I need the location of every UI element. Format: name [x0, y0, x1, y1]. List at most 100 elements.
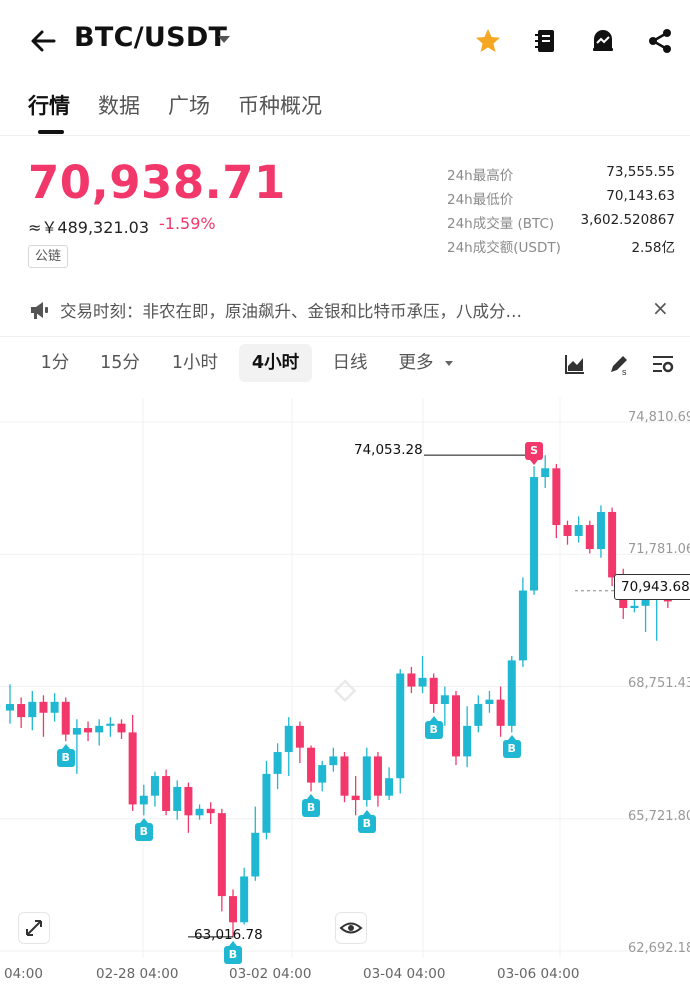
candle-body	[362, 756, 371, 801]
candle-body	[596, 511, 605, 550]
interval-bar: 1分 15分 1小时 4小时 日线 更多 s	[0, 344, 690, 384]
divider	[0, 336, 690, 337]
buy-signal-marker[interactable]: B	[357, 809, 376, 833]
candle-body	[396, 673, 405, 779]
interval-1h[interactable]: 1小时	[163, 344, 227, 382]
candle-body	[630, 605, 639, 608]
buy-signal-marker[interactable]: B	[424, 715, 443, 739]
tab-data[interactable]: 数据	[98, 90, 140, 120]
candle-body	[251, 832, 260, 877]
candle-body	[318, 765, 327, 783]
candle-body	[307, 747, 316, 783]
pair-title[interactable]: BTC/USDT	[74, 22, 227, 53]
candle-body	[541, 468, 550, 478]
expand-icon	[26, 920, 42, 936]
interval-more[interactable]: 更多	[393, 344, 439, 382]
candle-body	[474, 704, 483, 726]
price-change-percent: -1.59%	[159, 214, 216, 233]
candle-body	[95, 725, 104, 733]
tab-square[interactable]: 广场	[168, 90, 210, 120]
candlestick-chart[interactable]: ◇ 74,810.69 71,781.06 68,751.43 65,721.8…	[0, 398, 690, 1000]
last-price: 70,938.71	[28, 156, 286, 209]
stat-low: 24h最低价 70,143.63	[447, 188, 675, 212]
candle-body	[351, 795, 360, 801]
candle-body	[496, 699, 505, 726]
news-text[interactable]: 交易时刻：非农在即，原油飙升、金银和比特币承压，八成分…	[60, 298, 522, 322]
buy-signal-marker[interactable]: B	[302, 794, 321, 818]
x-axis-label: 03-06 04:00	[497, 966, 580, 982]
candle-body	[295, 725, 304, 748]
candle-body	[240, 876, 249, 923]
candle-body	[385, 778, 394, 796]
settings-icon[interactable]	[651, 352, 675, 376]
alert-icon[interactable]	[588, 26, 618, 56]
stat-value: 3,602.520867	[580, 212, 675, 228]
candle-body	[262, 773, 271, 833]
candle-body	[195, 808, 204, 816]
buy-signal-marker[interactable]: B	[502, 735, 521, 759]
candle-body	[429, 677, 438, 705]
y-axis-label: 68,751.43	[628, 676, 690, 691]
notebook-icon[interactable]	[531, 26, 561, 56]
interval-4h[interactable]: 4小时	[239, 344, 312, 382]
watermark-logo: ◇	[333, 673, 357, 704]
candle-body	[28, 701, 37, 718]
fullscreen-button[interactable]	[18, 912, 50, 944]
stat-high: 24h最高价 73,555.55	[447, 164, 675, 188]
candle-body	[17, 704, 26, 718]
x-axis-label: 03-04 04:00	[363, 966, 446, 982]
candle-body	[418, 677, 427, 687]
tab-bar: 行情 数据 广场 币种概况	[0, 82, 690, 136]
chain-badge[interactable]: 公链	[28, 245, 69, 268]
candle-body	[530, 477, 539, 591]
candle-body	[585, 525, 594, 550]
candle-body	[340, 756, 349, 796]
back-arrow-icon[interactable]	[28, 26, 58, 56]
close-icon[interactable]: ×	[652, 296, 669, 320]
share-icon[interactable]	[645, 26, 675, 56]
candle-body	[440, 695, 449, 705]
sell-signal-marker[interactable]: S	[525, 442, 544, 466]
indicator-icon[interactable]	[563, 352, 587, 376]
interval-15m[interactable]: 15分	[92, 344, 148, 382]
buy-signal-marker[interactable]: B	[56, 744, 75, 768]
y-axis-label: 65,721.80	[628, 809, 690, 824]
news-banner[interactable]: 交易时刻：非农在即，原油飙升、金银和比特币承压，八成分… ×	[0, 286, 690, 334]
candle-body	[518, 590, 527, 661]
visibility-button[interactable]	[335, 912, 367, 944]
stat-label: 24h最低价	[447, 192, 514, 208]
candlestick-chart-svg[interactable]: ◇	[0, 398, 690, 1000]
candle-body	[641, 599, 650, 606]
more-caret-icon[interactable]	[445, 361, 453, 366]
stat-value: 73,555.55	[606, 164, 675, 180]
candle-body	[273, 752, 282, 774]
candle-body	[507, 660, 516, 726]
candle-body	[128, 732, 137, 805]
candle-body	[206, 808, 215, 814]
interval-1d[interactable]: 日线	[325, 344, 375, 382]
cny-price: ≈￥489,321.03	[28, 218, 150, 237]
candle-body	[162, 776, 171, 811]
stat-value: 2.58亿	[631, 240, 675, 256]
candle-body	[563, 525, 572, 536]
high-annotation: 74,053.28	[354, 442, 423, 458]
tab-coin-overview[interactable]: 币种概况	[238, 90, 322, 120]
svg-text:s: s	[622, 367, 627, 376]
last-price-tag: 70,943.68	[614, 574, 690, 600]
candle-body	[106, 723, 115, 726]
candle-body	[72, 728, 81, 735]
candle-body	[229, 896, 237, 923]
interval-1m[interactable]: 1分	[30, 344, 80, 382]
draw-icon[interactable]: s	[607, 352, 631, 376]
buy-signal-marker[interactable]: B	[224, 940, 242, 964]
stat-label: 24h成交额(USDT)	[447, 240, 561, 256]
pair-dropdown-caret-icon[interactable]	[218, 36, 230, 43]
stat-value: 70,143.63	[606, 188, 675, 204]
candle-body	[552, 468, 561, 526]
buy-signal-marker[interactable]: B	[134, 818, 153, 842]
candle-body	[39, 701, 48, 713]
x-axis-label: 04:00	[4, 966, 43, 982]
tab-market[interactable]: 行情	[28, 90, 70, 120]
star-icon[interactable]	[473, 26, 503, 56]
candle-body	[61, 701, 70, 735]
